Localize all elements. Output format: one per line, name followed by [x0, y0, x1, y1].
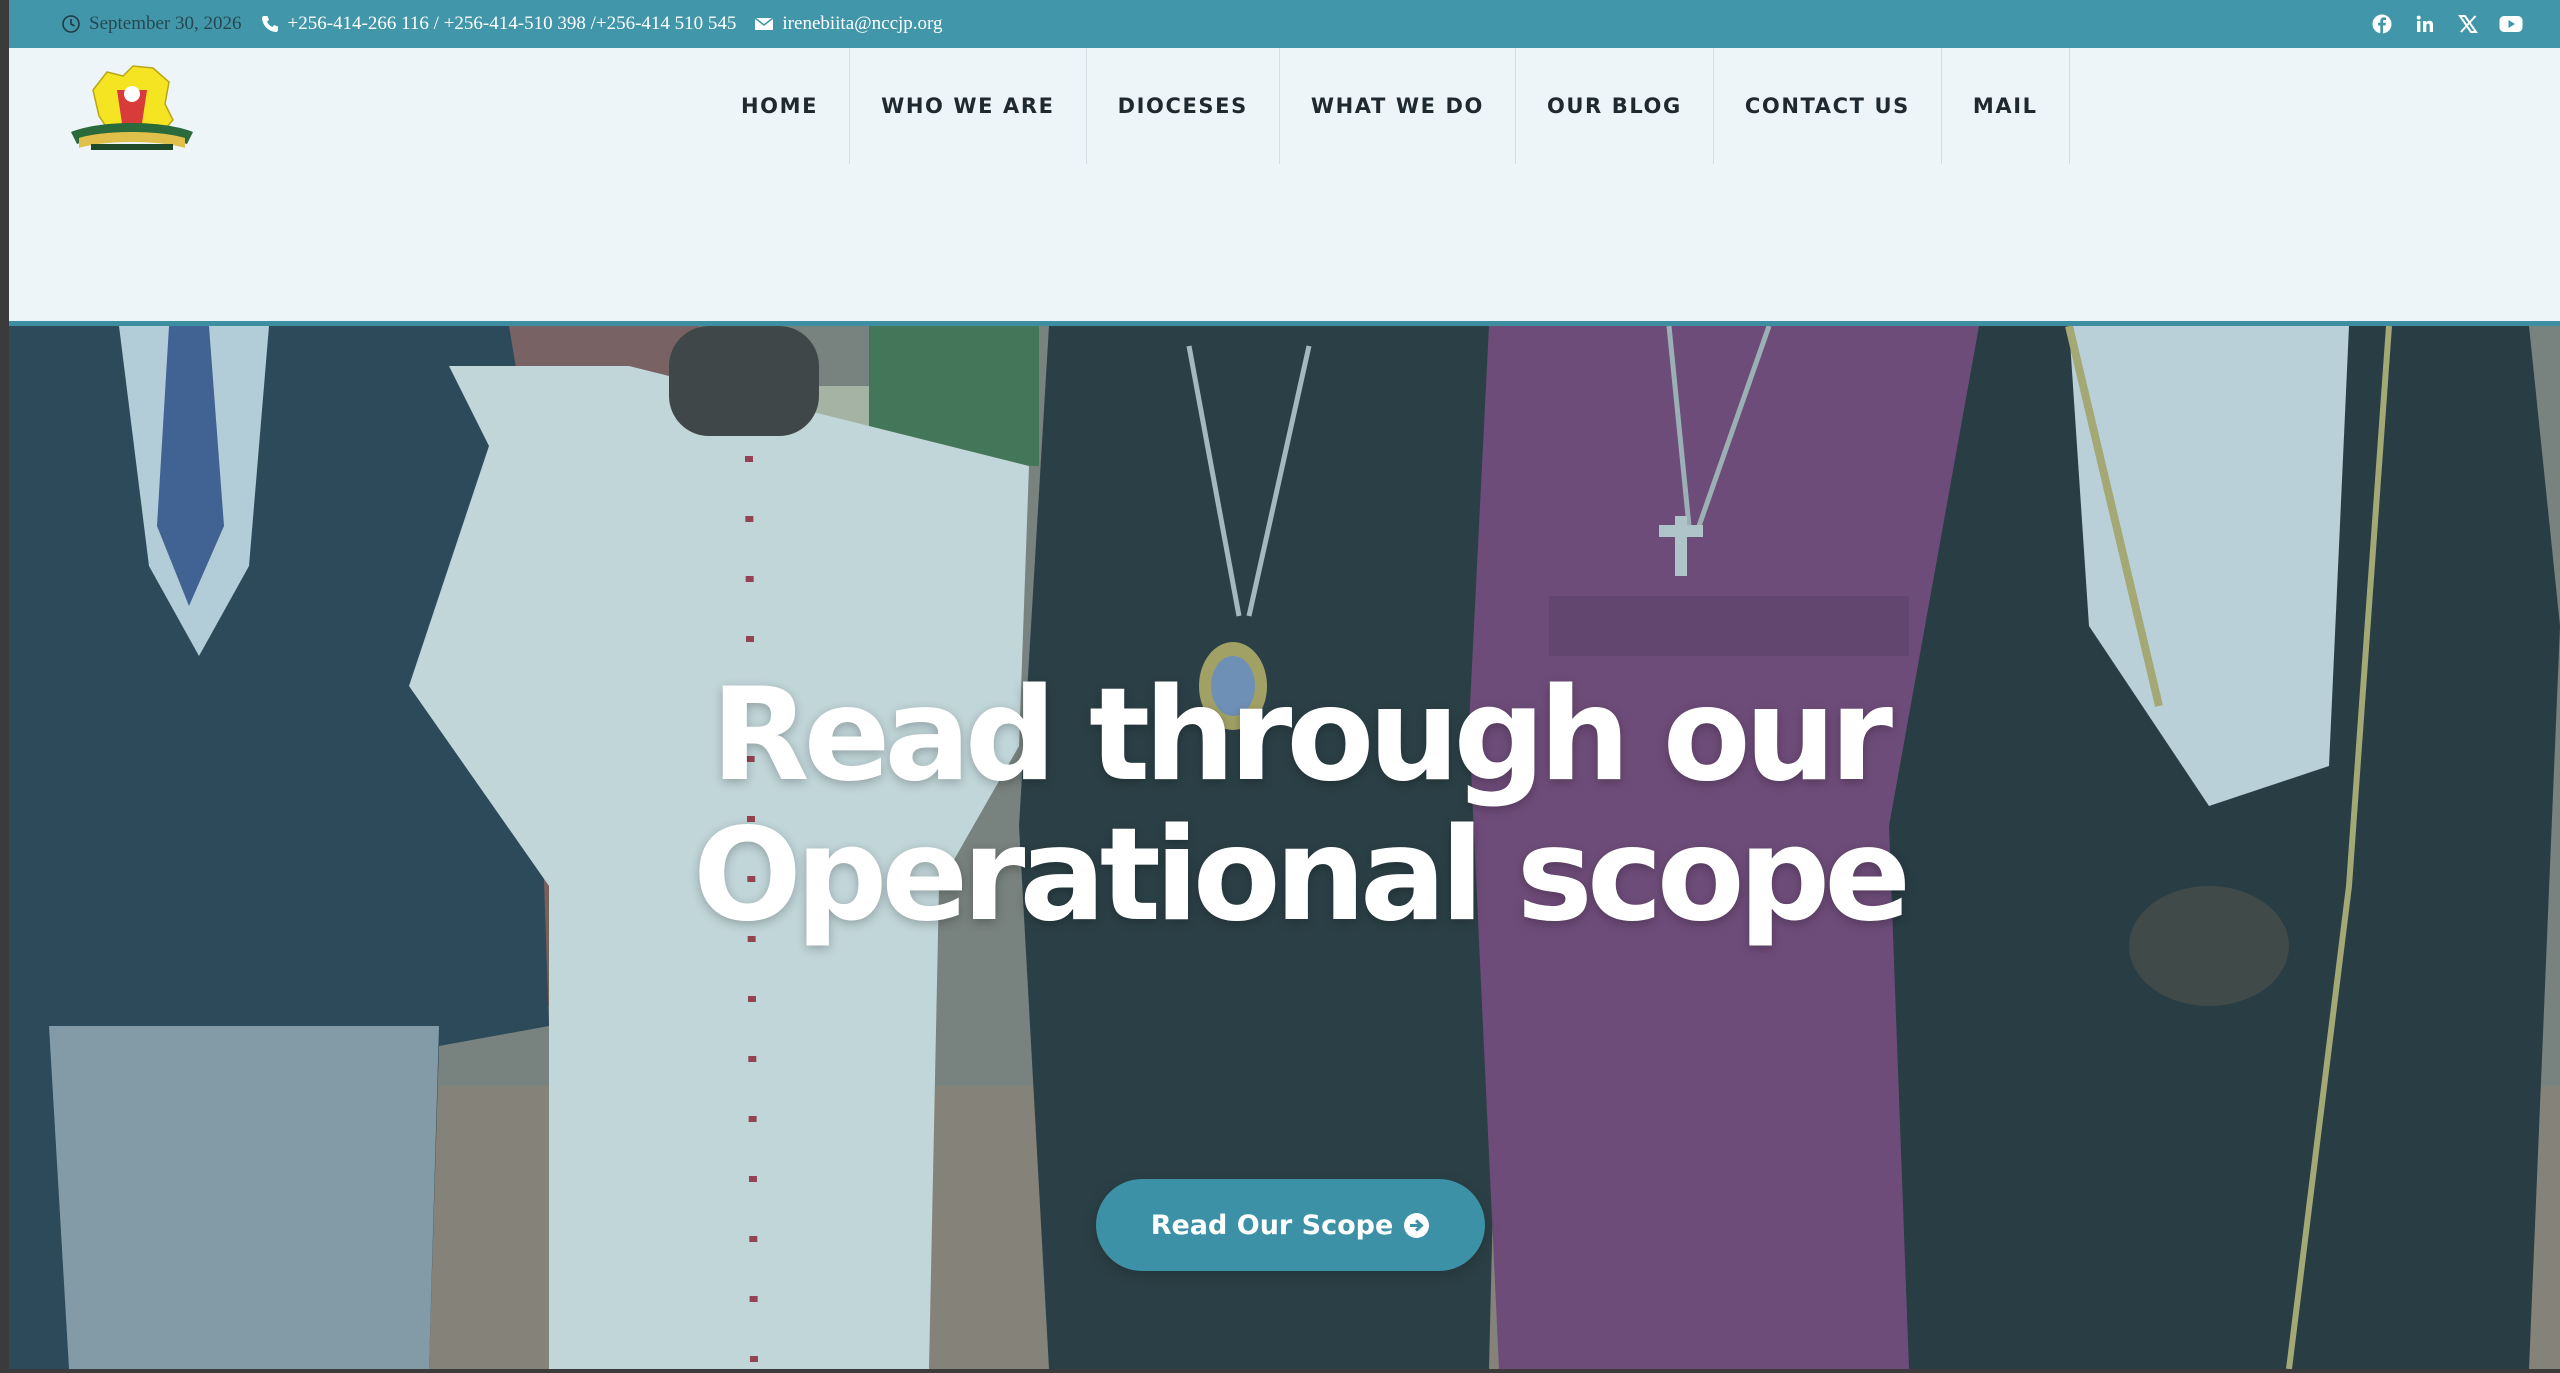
- nav-item-our-blog[interactable]: OUR BLOG: [1516, 48, 1714, 164]
- hero-title-line-1: Read through our: [711, 661, 1893, 810]
- read-our-scope-label: Read Our Scope: [1150, 1209, 1394, 1241]
- linkedin-icon[interactable]: [2412, 11, 2438, 37]
- window-frame-left: [0, 0, 9, 1373]
- arrow-circle-right-icon: [1403, 1212, 1430, 1239]
- phone-text: +256-414-266 116 / +256-414-510 398 /+25…: [287, 13, 737, 34]
- nav-item-home[interactable]: HOME: [710, 48, 851, 164]
- page: September 30, 2026 +256-414-266 116 / +2…: [9, 0, 2560, 1369]
- phone-icon: [261, 16, 278, 32]
- email-item[interactable]: irenebiita@nccjp.org: [754, 13, 943, 35]
- facebook-icon[interactable]: [2369, 11, 2395, 37]
- top-bar: September 30, 2026 +256-414-266 116 / +2…: [9, 0, 2560, 48]
- hero-title-line-2: Operational scope: [692, 801, 1911, 950]
- nav-item-dioceses[interactable]: DIOCESES: [1087, 48, 1280, 164]
- nav-item-who-we-are[interactable]: WHO WE ARE: [850, 48, 1087, 164]
- nav-item-mail[interactable]: MAIL: [1942, 48, 2070, 164]
- email-text: irenebiita@nccjp.org: [782, 13, 943, 34]
- read-our-scope-button[interactable]: Read Our Scope: [1096, 1179, 1485, 1271]
- site-header: HOME WHO WE ARE DIOCESES WHAT WE DO OUR …: [9, 48, 2560, 321]
- date-text: September 30, 2026: [89, 13, 242, 34]
- window-frame-bottom: [0, 1369, 2560, 1373]
- clock-icon: [62, 15, 80, 33]
- hero-section: Read through our Operational scope Read …: [9, 326, 2560, 1369]
- envelope-icon: [754, 17, 774, 30]
- main-nav: HOME WHO WE ARE DIOCESES WHAT WE DO OUR …: [710, 48, 2070, 164]
- nav-item-what-we-do[interactable]: WHAT WE DO: [1280, 48, 1516, 164]
- nav-item-contact-us[interactable]: CONTACT US: [1714, 48, 1942, 164]
- site-logo[interactable]: [61, 60, 203, 158]
- date-item: September 30, 2026: [61, 13, 242, 35]
- hero-title: Read through our Operational scope: [649, 666, 1949, 946]
- youtube-icon[interactable]: [2498, 11, 2524, 37]
- phone-item[interactable]: +256-414-266 116 / +256-414-510 398 /+25…: [260, 13, 737, 35]
- x-icon[interactable]: [2455, 11, 2481, 37]
